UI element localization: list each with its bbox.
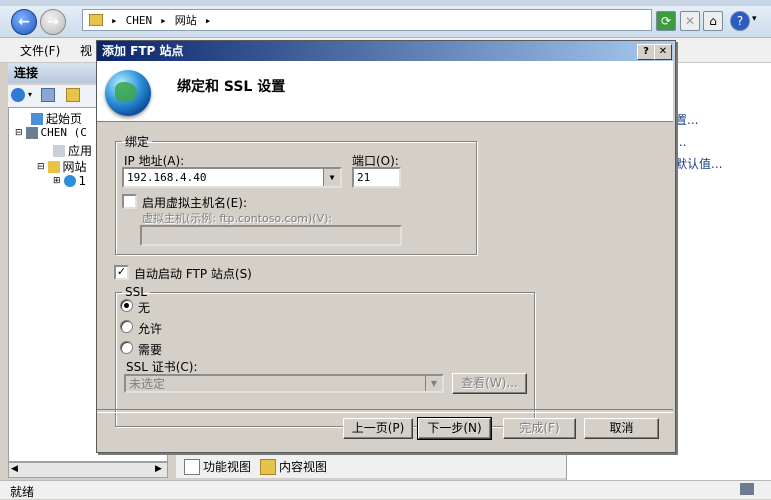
content-view-icon <box>260 458 276 475</box>
tree-item-label: 起始页 <box>46 112 83 126</box>
vhost-name-field[interactable] <box>140 225 402 246</box>
ssl-legend: SSL <box>125 285 147 299</box>
ip-address-value: 192.168.4.40 <box>127 171 207 184</box>
auto-start-checkbox[interactable]: ✓ <box>114 265 129 280</box>
menu-view[interactable]: 视 <box>80 42 92 59</box>
prev-button[interactable]: 上一页(P) <box>343 418 413 439</box>
enable-vhost-checkbox[interactable] <box>122 194 137 209</box>
scroll-right-icon[interactable]: ▶ <box>155 464 162 474</box>
dialog-title: 添加 FTP 站点 <box>102 44 184 58</box>
globe-icon <box>105 70 151 116</box>
menu-file[interactable]: 文件(F) <box>20 42 60 59</box>
view-switcher: 功能视图 内容视图 <box>176 454 566 478</box>
tree-item-start-page[interactable]: 起始页 <box>31 110 82 127</box>
help-button[interactable]: ? <box>637 44 655 60</box>
tree-item-label: 应用 <box>68 144 93 158</box>
tree-item-server[interactable]: ⊟ CHEN (C <box>15 126 87 139</box>
site-globe-icon <box>63 175 76 187</box>
forward-arrow-icon: → <box>47 14 59 30</box>
start-page-icon <box>31 112 43 125</box>
home-icon[interactable]: ⌂ <box>703 11 723 31</box>
enable-vhost-label: 启用虚拟主机名(E): <box>142 196 247 210</box>
ssl-none-label: 无 <box>138 301 151 315</box>
address-toolbar: ← → ▸ CHEN ▸ 网站 ▸ ⟳ ✕ ⌂ ? ▾ <box>0 6 771 38</box>
breadcrumb-item[interactable]: 网站 <box>175 12 197 28</box>
port-field[interactable]: 21 <box>352 167 401 188</box>
ssl-cert-dropdown[interactable]: 未选定 ▼ <box>124 374 444 393</box>
back-arrow-icon: ← <box>18 14 30 30</box>
forward-button[interactable]: → <box>40 9 66 35</box>
scroll-left-icon[interactable]: ◀ <box>11 464 18 474</box>
dialog-header: 绑定和 SSL 设置 <box>97 61 673 122</box>
features-view-label: 功能视图 <box>203 460 252 474</box>
cancel-button[interactable]: 取消 <box>584 418 659 439</box>
view-cert-button[interactable]: 查看(W)... <box>452 373 527 394</box>
ssl-require-radio[interactable] <box>120 341 133 354</box>
features-view-tab[interactable]: 功能视图 <box>184 458 251 475</box>
close-button[interactable]: ✕ <box>654 44 672 60</box>
connect-icon[interactable] <box>11 88 25 102</box>
tree-horizontal-scrollbar[interactable]: ◀ ▶ <box>8 462 168 478</box>
page-title: 绑定和 SSL 设置 <box>177 79 286 95</box>
action-link[interactable]: 置... <box>675 111 698 128</box>
tree-item-site[interactable]: ⊞ 1 <box>53 174 86 188</box>
breadcrumb-separator-icon: ▸ <box>204 13 212 27</box>
breadcrumb-item[interactable]: CHEN <box>126 14 153 27</box>
back-button[interactable]: ← <box>11 9 37 35</box>
tree-item-label: 1 <box>78 174 87 188</box>
tree-item-label: 网站 <box>62 160 87 174</box>
save-icon[interactable] <box>41 88 55 102</box>
ssl-cert-label: SSL 证书(C): <box>126 360 198 374</box>
server-icon <box>25 126 38 139</box>
dialog-titlebar: 添加 FTP 站点 <box>97 41 673 61</box>
connections-toolbar: ▾ <box>8 85 98 107</box>
vhost-name-label: 虚拟主机(示例: ftp.contoso.com)(V): <box>142 212 333 225</box>
stop-icon[interactable]: ✕ <box>680 11 700 31</box>
content-view-tab[interactable]: 内容视图 <box>260 458 327 475</box>
collapse-icon: ⊟ <box>37 161 45 172</box>
ssl-none-radio[interactable] <box>120 299 133 312</box>
folder-icon <box>89 14 103 26</box>
port-value: 21 <box>357 171 371 184</box>
help-icon[interactable]: ? <box>730 11 750 31</box>
ip-address-dropdown[interactable]: 192.168.4.40 ▼ <box>122 167 342 188</box>
finish-button[interactable]: 完成(F) <box>503 418 576 439</box>
status-bar: 就绪 <box>0 480 771 499</box>
collapse-icon: ⊟ <box>15 127 23 138</box>
help-dropdown-icon[interactable]: ▾ <box>752 14 757 24</box>
chevron-down-icon[interactable]: ▼ <box>425 376 442 391</box>
features-view-icon <box>184 458 200 475</box>
address-bar[interactable]: ▸ CHEN ▸ 网站 ▸ <box>82 9 652 31</box>
ssl-group: SSL <box>115 285 535 427</box>
tree-item-sites[interactable]: ⊟ 网站 <box>37 158 87 175</box>
refresh-icon[interactable]: ⟳ <box>656 11 676 31</box>
status-text: 就绪 <box>10 485 35 499</box>
expand-icon: ⊞ <box>53 176 61 186</box>
tree-item-app-pools[interactable]: 应用 <box>53 142 92 159</box>
ssl-cert-value: 未选定 <box>129 377 166 391</box>
next-button[interactable]: 下一步(N) <box>417 417 492 440</box>
dialog-separator <box>97 409 673 413</box>
binding-legend: 绑定 <box>125 135 150 149</box>
action-link[interactable]: ... <box>675 135 686 149</box>
ssl-allow-radio[interactable] <box>120 320 133 333</box>
app-pool-icon <box>53 144 65 157</box>
auto-start-label: 自动启动 FTP 站点(S) <box>134 267 252 281</box>
tree-item-label: CHEN (C <box>40 126 87 139</box>
network-icon <box>740 483 754 495</box>
dropdown-icon[interactable]: ▾ <box>28 90 32 99</box>
add-ftp-site-dialog: 添加 FTP 站点 ? ✕ 绑定和 SSL 设置 绑定 IP 地址(A): 19… <box>96 40 676 453</box>
ssl-require-label: 需要 <box>138 343 163 357</box>
breadcrumb-separator-icon: ▸ <box>160 13 167 27</box>
ssl-allow-label: 允许 <box>138 322 163 336</box>
breadcrumb-separator-icon: ▸ <box>111 13 118 27</box>
up-folder-icon[interactable] <box>66 88 80 102</box>
action-link[interactable]: 默认值... <box>675 155 722 172</box>
chevron-down-icon[interactable]: ▼ <box>323 169 340 186</box>
sites-folder-icon <box>47 160 60 173</box>
content-view-label: 内容视图 <box>279 460 328 474</box>
